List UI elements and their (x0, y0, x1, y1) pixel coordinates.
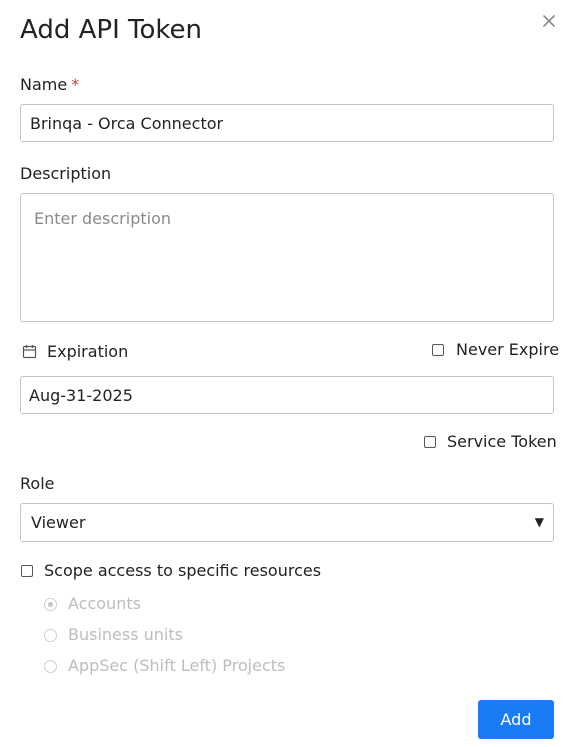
add-button[interactable]: Add (478, 700, 554, 739)
expiration-label: Expiration (47, 342, 129, 361)
never-expire-label[interactable]: Never Expire (456, 340, 559, 359)
name-label: Name * (20, 75, 79, 94)
scope-access-checkbox[interactable] (21, 565, 33, 577)
description-label: Description (20, 164, 112, 183)
dialog-title: Add API Token (20, 15, 202, 45)
chevron-down-icon: ▼ (534, 515, 544, 529)
close-icon (543, 15, 555, 27)
role-select[interactable]: Viewer ▼ (20, 503, 554, 542)
name-label-text: Name (20, 75, 68, 94)
add-api-token-dialog: Add API Token Name* Description Expirati… (0, 0, 569, 747)
service-token-label[interactable]: Service Token (447, 432, 557, 451)
calendar-icon (22, 345, 37, 359)
radio-business-units (44, 629, 57, 642)
required-marker: * (71, 75, 80, 94)
scope-access-label[interactable]: Scope access to specific resources (44, 561, 321, 580)
radio-label-accounts: Accounts (68, 594, 141, 613)
close-button[interactable] (540, 12, 558, 30)
radio-accounts (44, 598, 57, 611)
service-token-checkbox[interactable] (424, 436, 436, 448)
radio-appsec-projects (44, 660, 57, 673)
expiration-date-input[interactable] (20, 376, 554, 414)
role-label: Role (20, 474, 55, 493)
description-textarea[interactable] (20, 193, 554, 322)
role-selected-value: Viewer (31, 513, 86, 532)
name-input[interactable] (20, 104, 554, 142)
never-expire-checkbox[interactable] (432, 344, 444, 356)
radio-label-appsec-projects: AppSec (Shift Left) Projects (68, 656, 286, 675)
radio-label-business-units: Business units (68, 625, 183, 644)
